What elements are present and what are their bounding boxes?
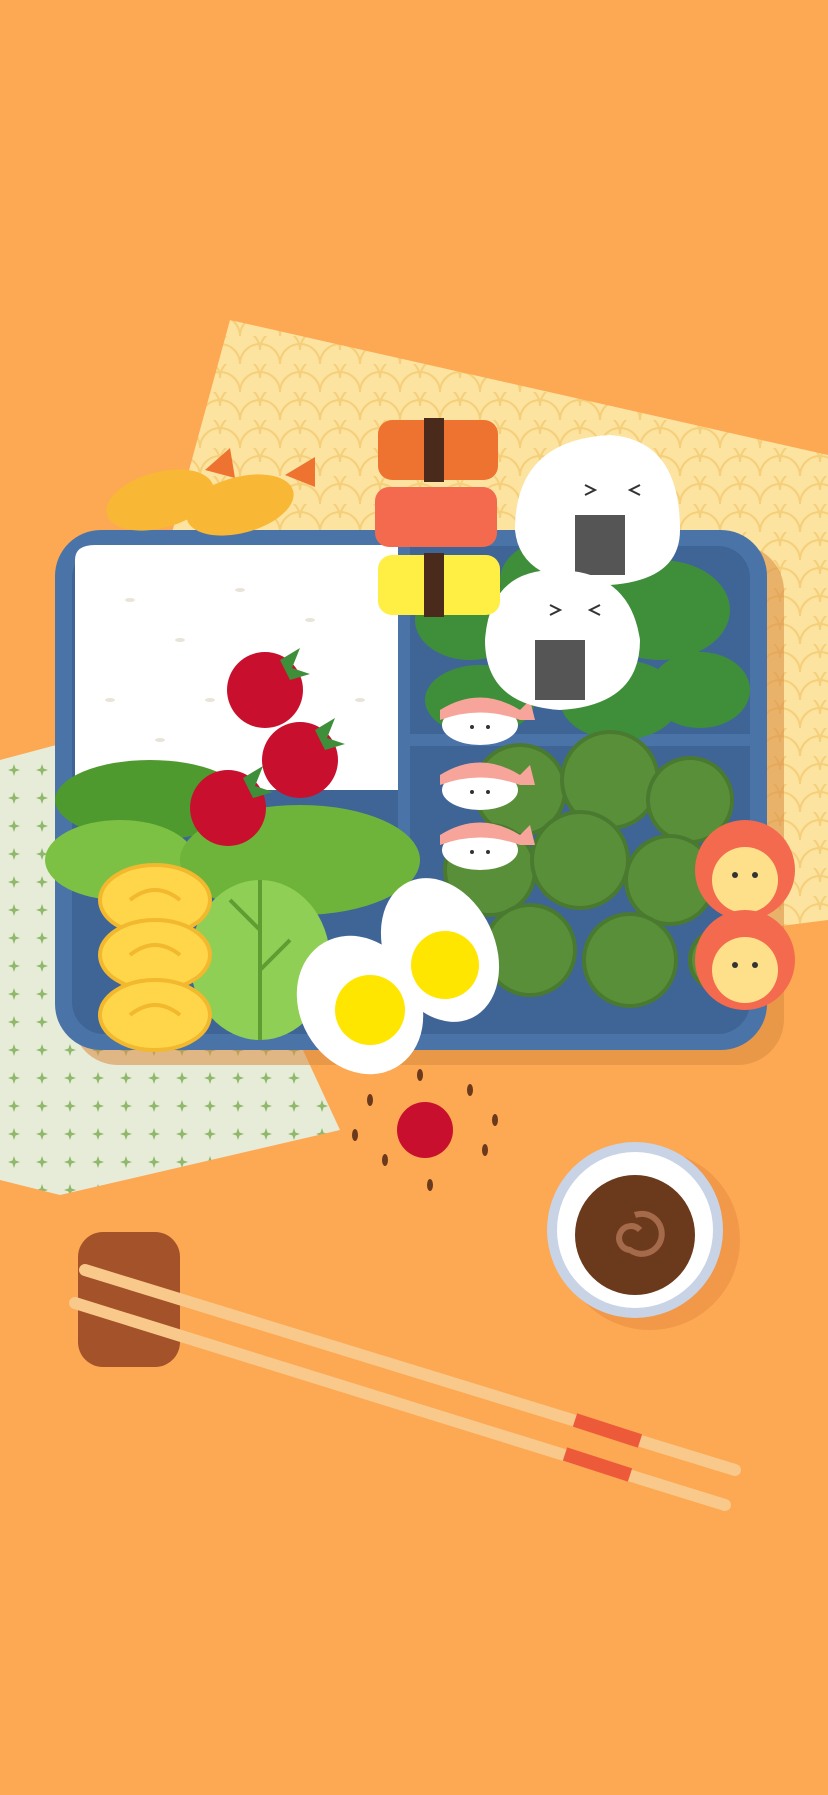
bento-wallpaper xyxy=(0,0,828,1795)
tamagoyaki xyxy=(98,863,212,1052)
sushi-stack xyxy=(375,418,500,617)
